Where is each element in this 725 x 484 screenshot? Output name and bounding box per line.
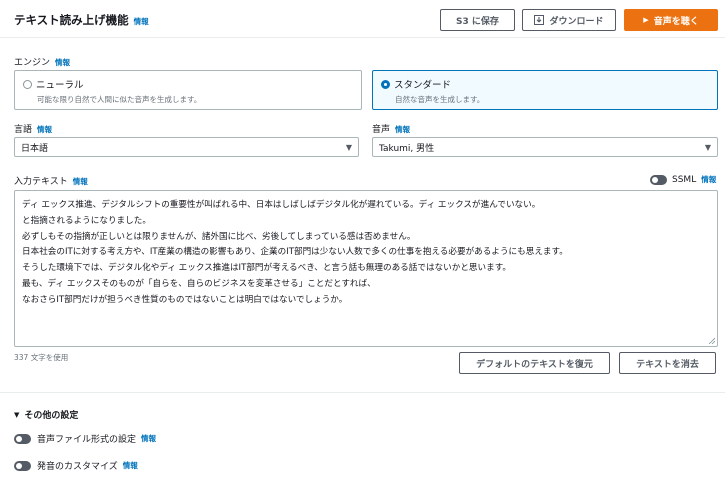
caret-down-icon: ▼ <box>14 410 20 419</box>
listen-button[interactable]: ▶ 音声を聴く <box>624 9 718 31</box>
engine-option-standard[interactable]: スタンダード 自然な音声を生成します。 <box>372 70 718 110</box>
language-value: 日本語 <box>21 143 49 154</box>
resize-handle-icon[interactable] <box>708 337 715 344</box>
text-line: 最も、ディ エックスそのものが「自らを、自らのビジネスを変革させる」ことだとすれ… <box>22 278 376 289</box>
restore-default-label: デフォルトのテキストを復元 <box>476 359 593 370</box>
ssml-label: SSML <box>672 174 697 185</box>
language-info-link[interactable]: 情報 <box>37 124 52 135</box>
input-textarea[interactable]: ディ エックス推進、デジタルシフトの重要性が叫ばれる中、日本はしばしばデジタル化… <box>14 190 718 347</box>
text-line: 必ずしもその指摘が正しいとは限りませんが、諸外国に比べ、劣後してしまっている感は… <box>22 231 416 242</box>
play-icon: ▶ <box>643 16 649 24</box>
file-format-info-link[interactable]: 情報 <box>141 433 156 444</box>
download-label: ダウンロード <box>549 16 604 27</box>
input-label-row: 入力テキスト 情報 <box>14 174 88 187</box>
engine-standard-desc: 自然な音声を生成します。 <box>395 95 485 104</box>
input-info-link[interactable]: 情報 <box>73 176 88 187</box>
page-title: テキスト読み上げ機能 情報 <box>14 12 149 28</box>
text-line: と指摘されるようになりました。 <box>22 215 151 226</box>
engine-info-link[interactable]: 情報 <box>55 57 70 68</box>
customize-row: 発音のカスタマイズ 情報 <box>14 459 138 472</box>
voice-info-link[interactable]: 情報 <box>395 124 410 135</box>
download-button[interactable]: ダウンロード <box>522 9 616 31</box>
text-line: 日本社会のITに対する考え方や、IT産業の構造の影響もあり、企業のIT部門は少な… <box>22 247 568 258</box>
text-line: ディ エックス推進、デジタルシフトの重要性が叫ばれる中、日本はしばしばデジタル化… <box>22 200 541 210</box>
radio-standard[interactable] <box>381 80 390 89</box>
char-count: 337 文字を使用 <box>14 353 69 362</box>
radio-neural[interactable] <box>23 80 32 89</box>
voice-select[interactable]: Takumi, 男性 ▼ <box>372 137 718 157</box>
file-format-row: 音声ファイル形式の設定 情報 <box>14 432 156 445</box>
divider <box>0 392 725 393</box>
customize-label: 発音のカスタマイズ <box>37 462 118 472</box>
input-label: 入力テキスト <box>14 177 68 187</box>
language-select[interactable]: 日本語 ▼ <box>14 137 359 157</box>
chevron-down-icon: ▼ <box>345 142 352 152</box>
language-label: 言語 <box>14 125 33 135</box>
clear-text-button[interactable]: テキストを消去 <box>619 352 716 374</box>
engine-neural-title: ニューラル <box>36 80 84 91</box>
restore-default-button[interactable]: デフォルトのテキストを復元 <box>459 352 610 374</box>
ssml-info-link[interactable]: 情報 <box>701 174 716 185</box>
listen-label: 音声を聴く <box>653 16 699 27</box>
other-settings-toggle[interactable]: ▼ その他の設定 <box>14 408 79 422</box>
text-line: そうした環境下では、デジタル化やディ エックス推進はIT部門が考えるべき、と言う… <box>22 263 512 274</box>
ssml-row: SSML 情報 <box>650 174 716 185</box>
download-icon <box>534 15 545 25</box>
engine-neural-title-row: ニューラル <box>23 77 353 91</box>
save-s3-button[interactable]: S3 に保存 <box>440 9 515 31</box>
text-line: なおさらIT部門だけが担うべき性質のものではないことは明白ではないでしょうか。 <box>22 294 348 305</box>
file-format-toggle[interactable] <box>14 433 31 444</box>
page-title-text: テキスト読み上げ機能 <box>14 13 129 27</box>
clear-text-label: テキストを消去 <box>636 359 699 370</box>
page-header: テキスト読み上げ機能 情報 S3 に保存 ダウンロード ▶ 音声を聴く <box>0 0 725 38</box>
title-info-link[interactable]: 情報 <box>134 16 149 27</box>
engine-label: エンジン <box>14 58 51 68</box>
ssml-toggle[interactable] <box>650 174 667 185</box>
file-format-label: 音声ファイル形式の設定 <box>37 435 137 445</box>
engine-label-row: エンジン 情報 <box>14 55 70 68</box>
voice-label-row: 音声 情報 <box>372 122 410 135</box>
customize-toggle[interactable] <box>14 460 31 471</box>
engine-option-neural[interactable]: ニューラル 可能な限り自然で人間に似た音声を生成します。 <box>14 70 362 110</box>
language-label-row: 言語 情報 <box>14 122 52 135</box>
other-settings-label: その他の設定 <box>24 411 79 421</box>
engine-standard-title: スタンダード <box>394 80 452 91</box>
chevron-down-icon: ▼ <box>704 142 711 152</box>
voice-value: Takumi, 男性 <box>379 143 435 154</box>
save-s3-label: S3 に保存 <box>456 16 499 27</box>
engine-standard-title-row: スタンダード <box>381 77 709 91</box>
voice-label: 音声 <box>372 125 391 135</box>
engine-neural-desc: 可能な限り自然で人間に似た音声を生成します。 <box>37 95 202 104</box>
customize-info-link[interactable]: 情報 <box>123 460 138 471</box>
